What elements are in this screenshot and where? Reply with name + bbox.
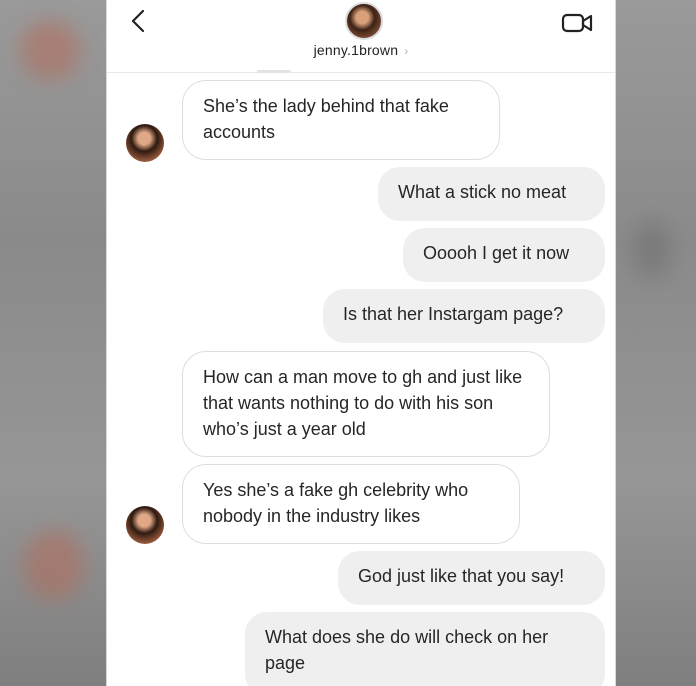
- message-bubble-sent[interactable]: What does she do will check on her page: [245, 612, 605, 686]
- back-button[interactable]: [125, 8, 151, 34]
- chevron-right-icon: ›: [404, 44, 409, 58]
- conversation-header: jenny.1brown ›: [107, 0, 615, 73]
- message-text: Is that her Instargam page?: [343, 304, 564, 324]
- message-text: What a stick no meat: [398, 182, 567, 202]
- message-text: Yes she’s a fake gh celebrity who nobody…: [203, 480, 469, 526]
- video-camera-icon[interactable]: [561, 12, 593, 34]
- message-bubble-sent[interactable]: What a stick no meat: [378, 167, 605, 221]
- message-text: What does she do will check on her page: [265, 627, 549, 673]
- previous-message-edge: [257, 70, 291, 73]
- message-bubble-received[interactable]: How can a man move to gh and just like t…: [182, 351, 550, 457]
- dm-conversation-screen: jenny.1brown › She’s the lady behind that…: [106, 0, 616, 686]
- message-text: God just like that you say!: [358, 566, 565, 586]
- message-bubble-sent[interactable]: Is that her Instargam page?: [323, 289, 605, 343]
- blurred-background-left: [0, 0, 106, 686]
- sender-avatar[interactable]: [126, 506, 164, 544]
- profile-username[interactable]: jenny.1brown ›: [107, 42, 615, 58]
- blurred-shape: [20, 20, 80, 80]
- message-bubble-sent[interactable]: God just like that you say!: [338, 551, 605, 605]
- message-text: How can a man move to gh and just like t…: [203, 367, 523, 439]
- message-text: Ooooh I get it now: [423, 243, 570, 263]
- message-bubble-sent[interactable]: Ooooh I get it now: [403, 228, 605, 282]
- username-text: jenny.1brown: [313, 42, 399, 58]
- chevron-left-icon: [131, 9, 145, 33]
- message-bubble-received[interactable]: She’s the lady behind that fake accounts: [182, 80, 500, 160]
- blurred-shape: [24, 530, 84, 600]
- blurred-shape: [632, 220, 672, 280]
- sender-avatar[interactable]: [126, 124, 164, 162]
- message-bubble-received[interactable]: Yes she’s a fake gh celebrity who nobody…: [182, 464, 520, 544]
- blurred-background-right: [614, 0, 696, 686]
- message-text: She’s the lady behind that fake accounts: [203, 96, 449, 142]
- profile-avatar[interactable]: [345, 2, 383, 40]
